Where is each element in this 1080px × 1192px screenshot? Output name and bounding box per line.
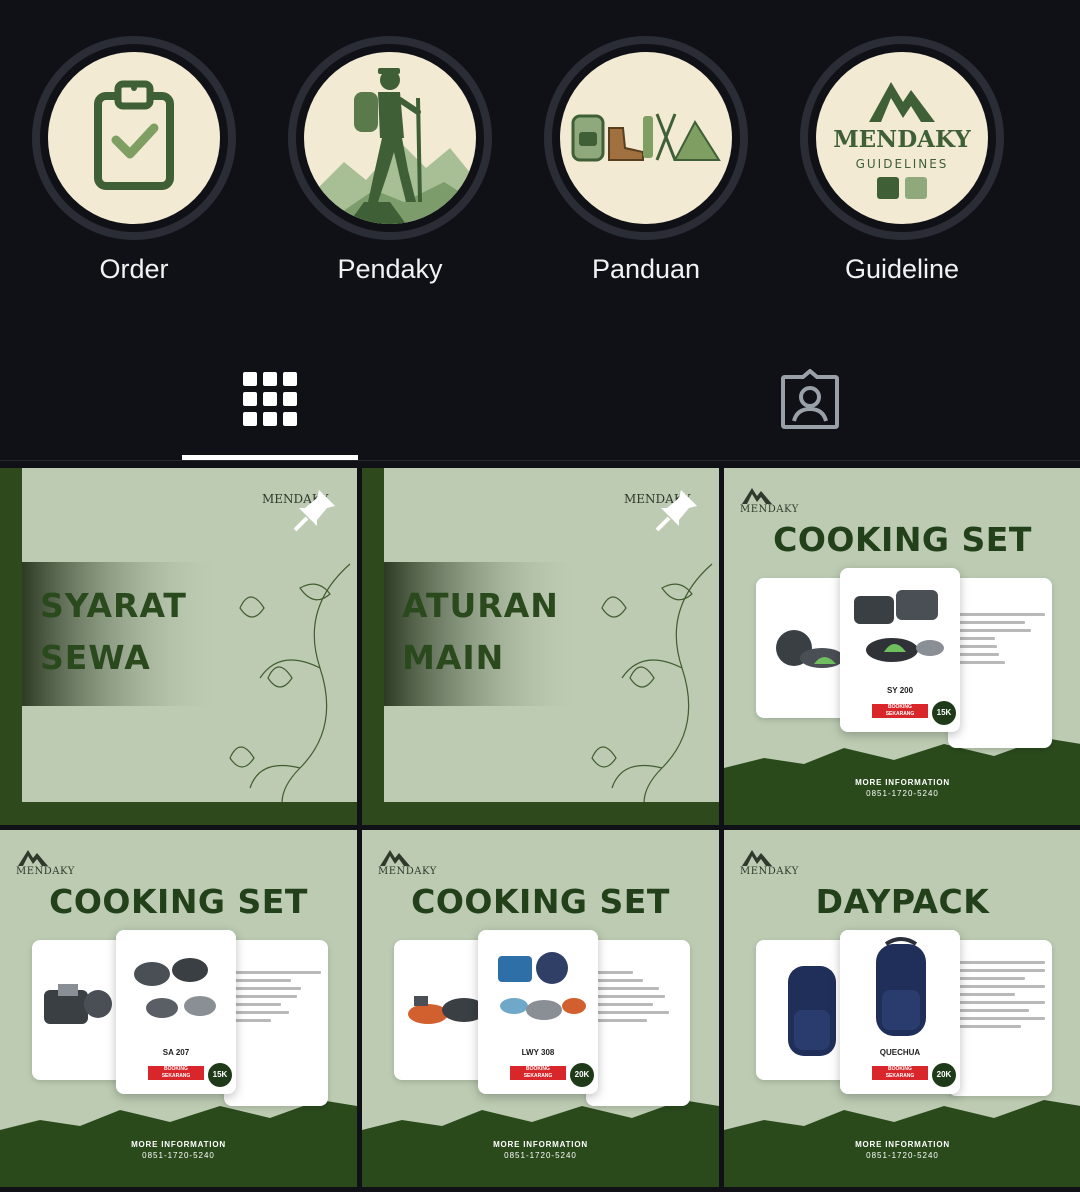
tab-posts-grid[interactable] <box>0 340 540 458</box>
more-information: MORE INFORMATION <box>131 1140 226 1149</box>
product-specs-card <box>586 940 690 1106</box>
price-badge: 20K <box>932 1063 956 1087</box>
highlight-label: Panduan <box>591 254 701 284</box>
product-name: SA 207 <box>162 1048 190 1057</box>
mendaky-mountain-logo <box>742 850 772 866</box>
brand-logo: MENDAKY <box>740 848 799 877</box>
post-title: DAYPACK <box>815 882 990 921</box>
grid-icon <box>243 372 297 426</box>
price-badge: 15K <box>932 701 956 725</box>
brand-name: MENDAKY <box>16 866 75 877</box>
guideline-logo-text: MENDAKY <box>833 125 971 153</box>
post-tile-syarat-sewa[interactable]: MENDAKY SYARAT SEWA <box>0 468 357 825</box>
brand-name: MENDAKY <box>740 866 799 877</box>
brand-logo: MENDAKY <box>16 848 75 877</box>
product-cards: SY 200 BOOKING SEKARANG 15K <box>756 568 1052 748</box>
booking-button: BOOKING SEKARANG <box>148 1066 204 1080</box>
mendaky-mountain-logo <box>380 850 410 866</box>
highlight-order[interactable]: Order <box>32 36 236 285</box>
post-title: COOKING SET <box>411 882 670 921</box>
tagged-person-icon <box>781 369 839 429</box>
highlight-pendaky[interactable]: Pendaky <box>288 36 492 285</box>
poster-title-line2: MAIN <box>402 638 505 677</box>
product-specs-card <box>224 940 328 1106</box>
profile-tabs <box>0 340 1080 462</box>
poster-title-line2: SEWA <box>40 638 151 677</box>
highlight-label: Pendaky <box>337 254 443 284</box>
pinned-icon <box>293 490 335 532</box>
more-information: MORE INFORMATION <box>493 1140 588 1149</box>
booking-button: BOOKING SEKARANG <box>510 1066 566 1080</box>
pinned-icon <box>655 490 697 532</box>
highlight-label: Guideline <box>844 254 960 284</box>
highlight-guideline[interactable]: MENDAKY GUIDELINES Guideline <box>800 36 1004 285</box>
product-main-card: SA 207 BOOKING SEKARANG 15K <box>116 930 236 1094</box>
post-title: COOKING SET <box>49 882 308 921</box>
highlight-panduan[interactable]: Panduan <box>544 36 748 285</box>
tab-divider <box>0 460 1080 461</box>
product-main-card: QUECHUA BOOKING SEKARANG 20K <box>840 930 960 1094</box>
product-cards: LWY 308 BOOKING SEKARANG 20K <box>394 930 690 1106</box>
guideline-logo-subtext: GUIDELINES <box>855 156 949 171</box>
post-title: COOKING SET <box>773 520 1032 559</box>
booking-button: BOOKING SEKARANG <box>872 704 928 718</box>
price-badge: 15K <box>208 1063 232 1087</box>
product-specs-card <box>948 940 1052 1096</box>
product-specs-card <box>948 578 1052 748</box>
product-cards: SA 207 BOOKING SEKARANG 15K <box>32 930 328 1106</box>
post-tile-cooking-set-sy200[interactable]: MENDAKY COOKING SET SY 200 BOOKING SEKARA… <box>724 468 1080 825</box>
brand-logo: MENDAKY <box>740 486 799 515</box>
booking-button: BOOKING SEKARANG <box>872 1066 928 1080</box>
post-tile-cooking-set-sa207[interactable]: MENDAKY COOKING SET SA 207 BOOKING SEKARA… <box>0 830 357 1187</box>
clipboard-check-icon <box>94 80 174 190</box>
contact-phone: 0851-1720-5240 <box>142 1151 215 1160</box>
contact-phone: 0851-1720-5240 <box>866 1151 939 1160</box>
mendaky-mountain-logo <box>18 850 48 866</box>
post-tile-aturan-main[interactable]: MENDAKY ATURAN MAIN <box>362 468 719 825</box>
post-tile-cooking-set-lwy308[interactable]: MENDAKY COOKING SET LWY 308 BOOKING SEKAR… <box>362 830 719 1187</box>
more-information: MORE INFORMATION <box>855 1140 950 1149</box>
contact-phone: 0851-1720-5240 <box>504 1151 577 1160</box>
mendaky-mountain-logo <box>869 81 935 122</box>
highlight-label: Order <box>99 254 169 284</box>
poster-title-line1: ATURAN <box>402 586 559 625</box>
product-name: QUECHUA <box>879 1048 921 1057</box>
contact-phone: 0851-1720-5240 <box>866 789 939 798</box>
product-main-card: LWY 308 BOOKING SEKARANG 20K <box>478 930 598 1094</box>
brand-name: MENDAKY <box>378 866 437 877</box>
hiking-gear-icon <box>571 113 721 162</box>
hiker-icon <box>304 68 476 224</box>
brand-logo: MENDAKY <box>378 848 437 877</box>
tab-tagged[interactable] <box>540 340 1080 458</box>
guideline-swatches <box>877 176 927 199</box>
more-information: MORE INFORMATION <box>855 778 950 787</box>
poster-title-line1: SYARAT <box>40 586 187 625</box>
product-name: LWY 308 <box>521 1048 555 1057</box>
brand-name: MENDAKY <box>740 504 799 515</box>
product-main-card: SY 200 BOOKING SEKARANG 15K <box>840 568 960 732</box>
price-badge: 20K <box>570 1063 594 1087</box>
post-tile-daypack-quechua[interactable]: MENDAKY DAYPACK QUECHUA BOOKING SEKARANG … <box>724 830 1080 1187</box>
mendaky-mountain-logo <box>742 488 772 504</box>
product-name: SY 200 <box>886 686 914 695</box>
product-cards: QUECHUA BOOKING SEKARANG 20K <box>756 930 1052 1096</box>
